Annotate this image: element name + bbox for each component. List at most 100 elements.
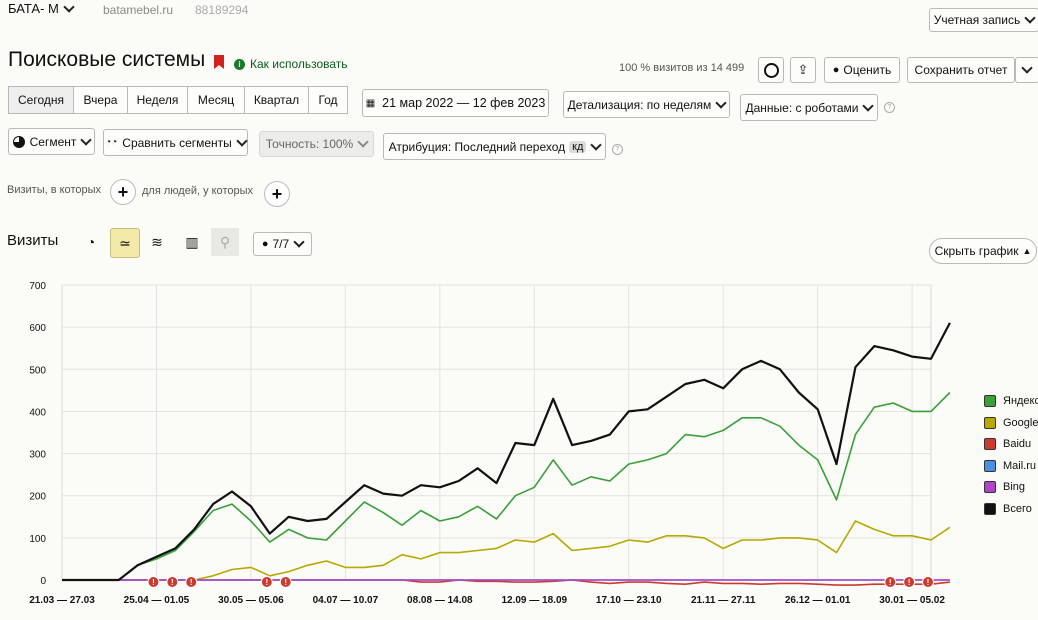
period-today[interactable]: Сегодня bbox=[8, 86, 74, 114]
pie-chart-type-icon[interactable]: ◔ bbox=[77, 228, 105, 256]
visits-chart: 0 100 200 300 400 500 600 700 21.03 — 27.03 25.04… bbox=[29, 281, 951, 606]
annotation-marker-label: ! bbox=[152, 578, 155, 587]
attribution-select[interactable]: Атрибуция: Последний переход кд bbox=[383, 133, 606, 160]
y-tick-label: 700 bbox=[29, 281, 46, 292]
data-mode-select[interactable]: Данные: с роботами bbox=[740, 94, 878, 121]
legend-label: Mail.ru bbox=[1003, 459, 1037, 472]
legend-item[interactable]: Всего bbox=[984, 502, 1032, 515]
x-tick-label: 25.04 — 01.05 bbox=[124, 595, 190, 606]
account-switcher[interactable]: БАТА- М bbox=[8, 0, 75, 16]
chevron-down-icon bbox=[236, 134, 248, 147]
chevron-down-icon bbox=[293, 236, 305, 248]
clock-icon bbox=[763, 62, 779, 78]
visits-summary: 100 % визитов из 14 499 bbox=[619, 62, 745, 74]
period-month[interactable]: Месяц bbox=[187, 86, 245, 114]
accuracy-select[interactable]: Точность: 100% bbox=[259, 131, 374, 157]
legend-item[interactable]: Baidu bbox=[984, 438, 1031, 450]
account-button-label: Учетная запись bbox=[933, 13, 1021, 27]
attribution-label: Атрибуция: Последний переход bbox=[388, 139, 566, 154]
calendar-icon: ▦ bbox=[365, 97, 376, 109]
how-to-use-label: Как использовать bbox=[250, 57, 348, 71]
area-chart-type-icon[interactable]: ≋ bbox=[143, 228, 171, 256]
chevron-up-icon: ▲ bbox=[1022, 246, 1032, 256]
chart-title: Визиты bbox=[7, 232, 59, 249]
y-tick-label: 600 bbox=[29, 323, 46, 334]
chevron-down-icon bbox=[1021, 62, 1033, 74]
x-tick-label: 08.08 — 14.08 bbox=[407, 595, 473, 606]
thumbs-icon: ● bbox=[832, 64, 840, 76]
series-line-5 bbox=[62, 322, 951, 582]
legend-item[interactable]: Mail.ru bbox=[984, 459, 1037, 472]
legend-checkbox[interactable] bbox=[984, 481, 996, 493]
map-chart-type-icon[interactable]: ⚲ bbox=[211, 228, 239, 256]
detail-label: Детализация: по неделям bbox=[567, 97, 712, 112]
bookmark-icon[interactable] bbox=[214, 55, 224, 69]
line-chart-type-icon[interactable]: ≃ bbox=[110, 228, 140, 258]
info-icon: i bbox=[234, 58, 245, 70]
save-report-button[interactable]: Сохранить отчет bbox=[907, 57, 1015, 83]
how-to-use-link[interactable]: i Как использовать bbox=[234, 57, 348, 71]
period-year[interactable]: Год bbox=[308, 86, 348, 114]
x-tick-label: 21.11 — 27.11 bbox=[691, 595, 756, 606]
account-name: БАТА- М bbox=[8, 1, 59, 16]
add-visit-condition-button[interactable]: + bbox=[110, 179, 136, 205]
annotation-marker-label: ! bbox=[171, 578, 174, 587]
metrics-selector[interactable]: ● 7/7 bbox=[253, 232, 312, 256]
add-people-condition-button[interactable]: + bbox=[264, 181, 290, 207]
x-tick-label: 04.07 — 10.07 bbox=[313, 595, 379, 606]
date-range-label: 21 мар 2022 — 12 фев 2023 bbox=[382, 96, 546, 110]
y-tick-label: 500 bbox=[29, 365, 46, 376]
site-name[interactable]: batamebel.ru bbox=[103, 3, 173, 17]
period-quarter[interactable]: Квартал bbox=[244, 86, 309, 114]
annotation-marker-label: ! bbox=[265, 578, 268, 587]
accuracy-label: Точность: 100% bbox=[265, 137, 354, 151]
people-condition-label: для людей, у которых bbox=[142, 185, 253, 197]
y-tick-label: 0 bbox=[40, 576, 46, 587]
period-yesterday-label: Вчера bbox=[83, 93, 118, 107]
counter-id: 88189294 bbox=[195, 3, 249, 17]
save-report-label: Сохранить отчет bbox=[914, 63, 1008, 77]
legend-checkbox[interactable] bbox=[984, 395, 996, 407]
account-button[interactable]: Учетная запись bbox=[929, 8, 1038, 32]
rate-button[interactable]: ● Оценить bbox=[824, 57, 900, 83]
legend-label: Baidu bbox=[1003, 438, 1032, 450]
annotation-marker-label: ! bbox=[889, 578, 892, 587]
save-report-dropdown[interactable] bbox=[1015, 57, 1038, 83]
help-icon[interactable]: ? bbox=[884, 102, 895, 113]
annotation-marker-label: ! bbox=[190, 578, 193, 587]
series-line-0 bbox=[62, 391, 951, 581]
legend-item[interactable]: Bing bbox=[984, 481, 1025, 493]
compare-segments-button[interactable]: ◔◔ Сравнить сегменты bbox=[103, 129, 248, 156]
chevron-down-icon bbox=[590, 138, 603, 151]
legend-checkbox[interactable] bbox=[984, 459, 996, 472]
history-button[interactable] bbox=[758, 57, 784, 83]
period-week-label: Неделя bbox=[136, 93, 179, 107]
legend-checkbox[interactable] bbox=[984, 416, 996, 429]
compare-label: Сравнить сегменты bbox=[122, 135, 232, 150]
x-tick-label: 30.05 — 05.06 bbox=[218, 595, 284, 606]
x-tick-label: 26.12 — 01.01 bbox=[785, 595, 851, 606]
period-week[interactable]: Неделя bbox=[127, 86, 188, 114]
metrics-selector-label: 7/7 bbox=[272, 237, 290, 251]
export-button[interactable]: ⇪ bbox=[790, 57, 816, 83]
legend-item[interactable]: Яндекс bbox=[984, 395, 1038, 407]
hide-chart-button[interactable]: Скрыть график ▲ bbox=[929, 238, 1037, 264]
period-yesterday[interactable]: Вчера bbox=[73, 86, 128, 114]
x-tick-label: 17.10 — 23.10 bbox=[596, 595, 662, 606]
annotation-marker-label: ! bbox=[908, 578, 911, 587]
plot-frame bbox=[61, 284, 932, 581]
detail-select[interactable]: Детализация: по неделям bbox=[563, 91, 730, 118]
segment-button[interactable]: Сегмент bbox=[8, 128, 95, 155]
legend-item[interactable]: Google bbox=[984, 416, 1038, 429]
bar-chart-type-icon[interactable]: ▥ bbox=[178, 228, 206, 256]
help-icon[interactable]: ? bbox=[612, 144, 623, 155]
period-year-label: Год bbox=[318, 93, 338, 107]
attribution-badge: кд bbox=[569, 140, 587, 153]
period-today-label: Сегодня bbox=[18, 93, 64, 107]
pie-icon bbox=[12, 135, 25, 148]
x-tick-label: 12.09 — 18.09 bbox=[501, 595, 567, 606]
legend-checkbox[interactable] bbox=[984, 502, 996, 515]
data-mode-label: Данные: с роботами bbox=[745, 100, 859, 115]
date-range-picker[interactable]: ▦ 21 мар 2022 — 12 фев 2023 bbox=[362, 89, 549, 117]
legend-checkbox[interactable] bbox=[984, 438, 996, 450]
